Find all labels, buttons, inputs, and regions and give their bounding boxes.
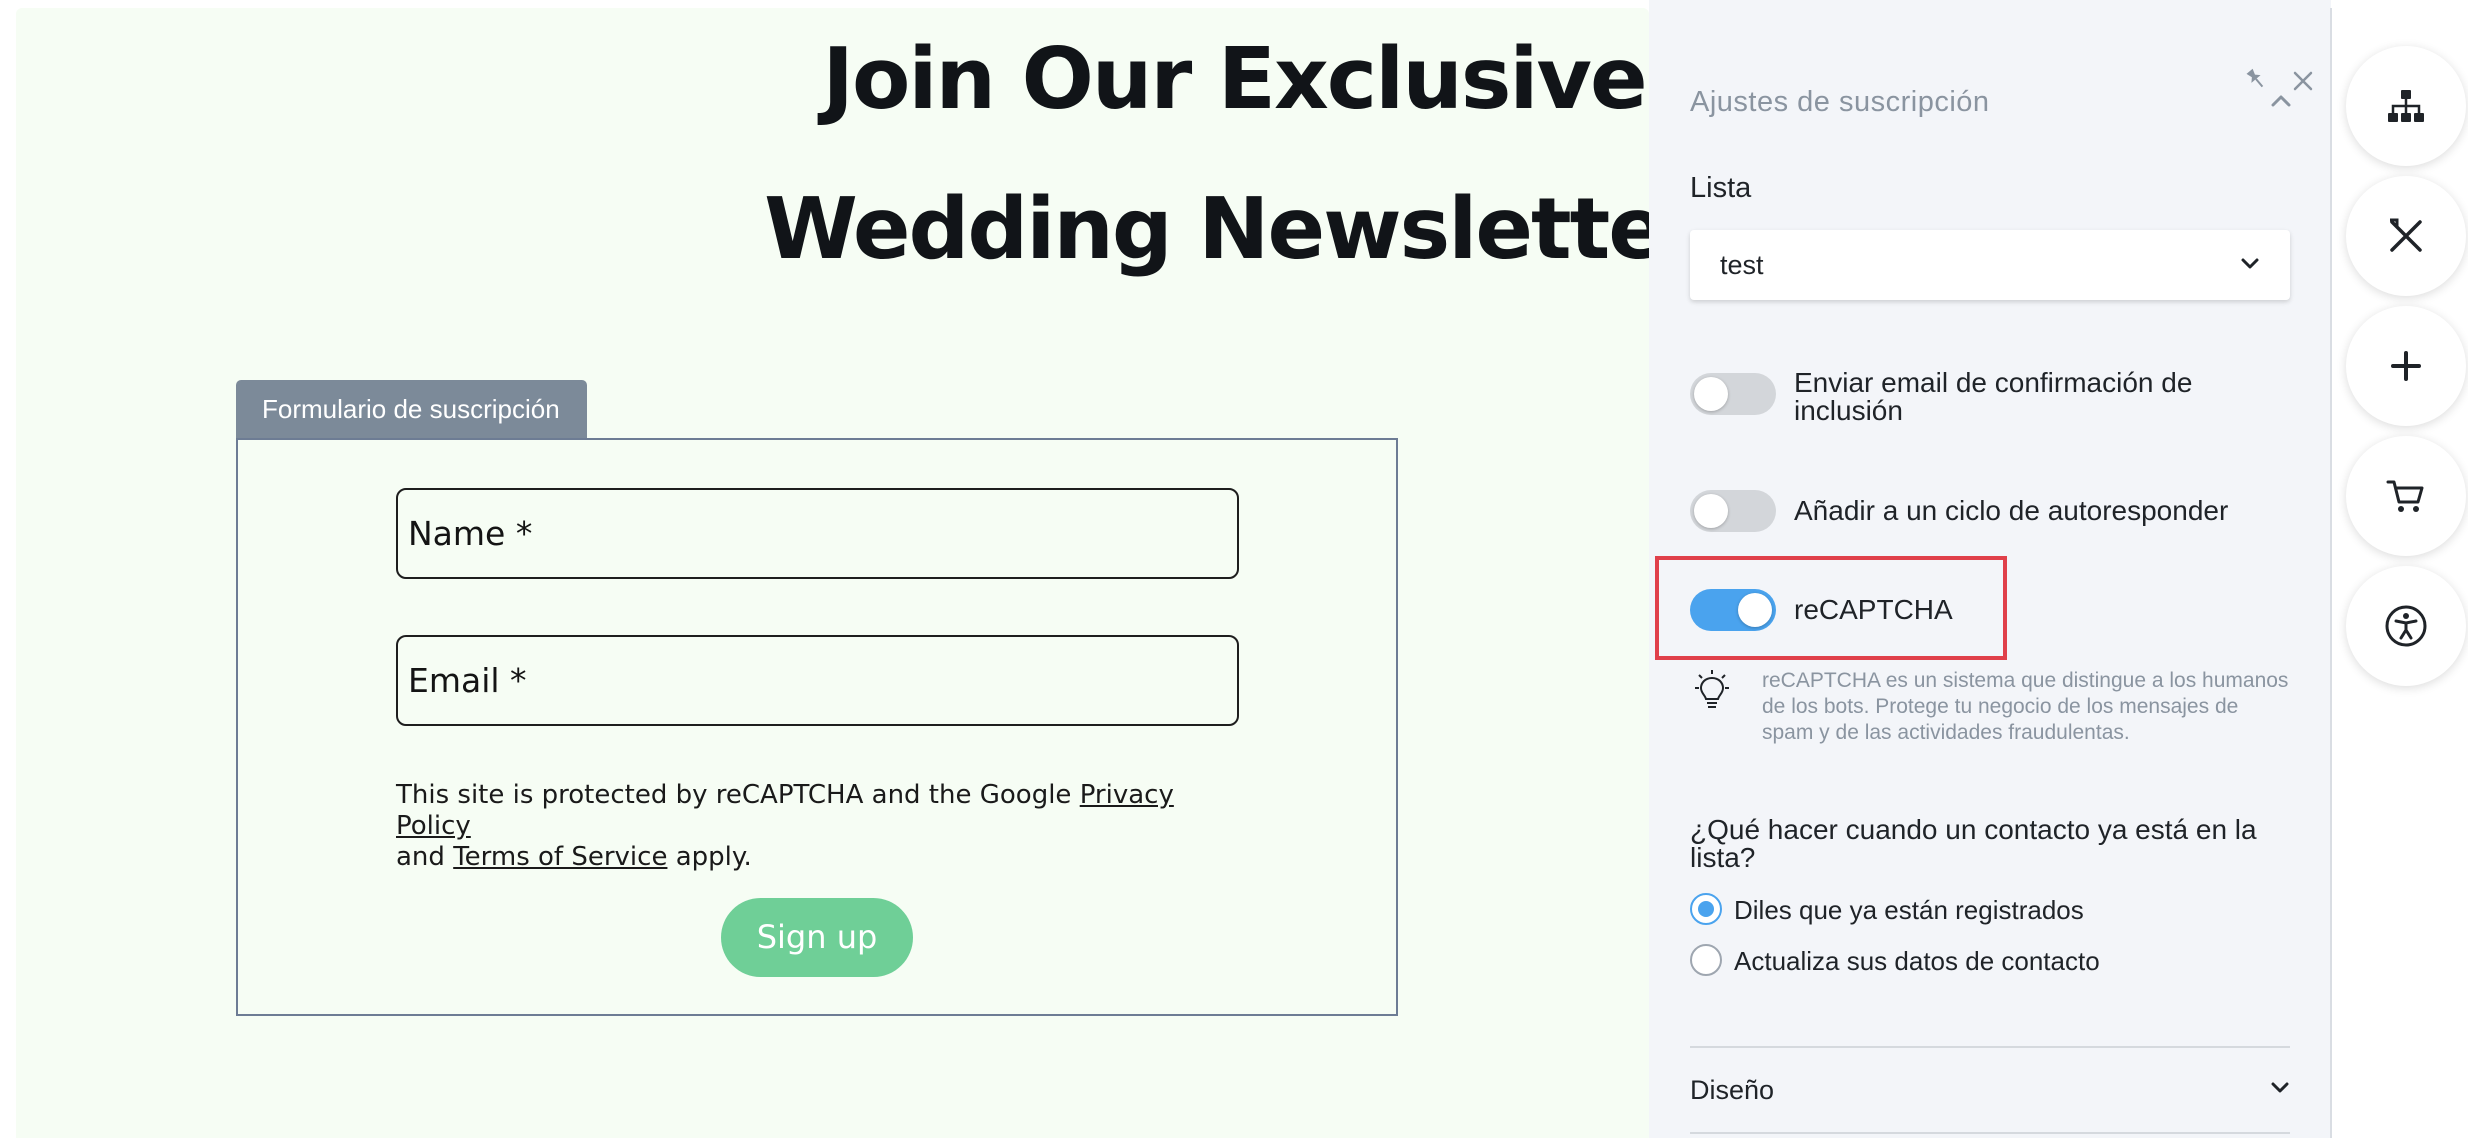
confirmation-email-label: Enviar email de confirmación de inclusió… bbox=[1794, 367, 2193, 426]
subscription-form-tab[interactable]: Formulario de suscripción bbox=[236, 380, 587, 439]
confirmation-email-toggle[interactable] bbox=[1690, 373, 1776, 415]
accessibility-button[interactable] bbox=[2346, 566, 2466, 686]
chevron-up-icon[interactable] bbox=[2270, 92, 2292, 108]
add-element-button[interactable] bbox=[2346, 306, 2466, 426]
section-divider bbox=[1690, 1046, 2290, 1048]
legal-text-post: apply. bbox=[667, 842, 752, 872]
accessibility-icon bbox=[2385, 605, 2427, 647]
recaptcha-hint: reCAPTCHA es un sistema que distingue a … bbox=[1762, 669, 2289, 744]
panel-title: Ajustes de suscripción bbox=[1690, 86, 1990, 118]
chevron-down-icon bbox=[2241, 258, 2259, 269]
autoresponder-toggle[interactable] bbox=[1690, 490, 1776, 532]
recaptcha-highlight-box bbox=[1655, 556, 2007, 660]
legal-text-and: and bbox=[396, 842, 454, 872]
sitemap-icon bbox=[2388, 90, 2424, 122]
name-input[interactable]: Name * bbox=[396, 488, 1239, 579]
section-divider bbox=[1690, 1132, 2290, 1134]
panel-divider bbox=[2330, 8, 2332, 1138]
already-registered-radio[interactable] bbox=[1690, 893, 1722, 925]
existing-contact-question: ¿Qué hacer cuando un contacto ya está en… bbox=[1690, 814, 2257, 873]
chevron-down-icon[interactable] bbox=[2270, 1080, 2290, 1096]
sign-up-button[interactable]: Sign up bbox=[721, 898, 913, 977]
design-section-header[interactable]: Diseño bbox=[1690, 1075, 1774, 1106]
autoresponder-label: Añadir a un ciclo de autoresponder bbox=[1794, 495, 2229, 526]
terms-of-service-link[interactable]: Terms of Service bbox=[453, 842, 667, 872]
update-contact-radio[interactable] bbox=[1690, 944, 1722, 976]
plus-icon bbox=[2391, 351, 2421, 381]
sitemap-button[interactable] bbox=[2346, 46, 2466, 166]
close-icon[interactable] bbox=[2290, 68, 2316, 94]
cart-button[interactable] bbox=[2346, 436, 2466, 556]
tools-icon bbox=[2390, 218, 2422, 252]
toggle-knob bbox=[1694, 494, 1728, 528]
email-input[interactable]: Email * bbox=[396, 635, 1239, 726]
cart-icon bbox=[2386, 480, 2424, 512]
legal-text-pre: This site is protected by reCAPTCHA and … bbox=[396, 780, 1080, 810]
recaptcha-legal-text: This site is protected by reCAPTCHA and … bbox=[396, 780, 1256, 873]
list-label: Lista bbox=[1690, 172, 1752, 204]
toggle-knob bbox=[1694, 377, 1728, 411]
list-select[interactable]: test bbox=[1690, 230, 2290, 300]
list-select-value: test bbox=[1720, 250, 1764, 280]
already-registered-label: Diles que ya están registrados bbox=[1734, 895, 2084, 925]
tools-button[interactable] bbox=[2346, 176, 2466, 296]
lightbulb-icon bbox=[1695, 670, 1729, 708]
pin-icon[interactable] bbox=[2243, 66, 2269, 92]
update-contact-label: Actualiza sus datos de contacto bbox=[1734, 946, 2100, 976]
